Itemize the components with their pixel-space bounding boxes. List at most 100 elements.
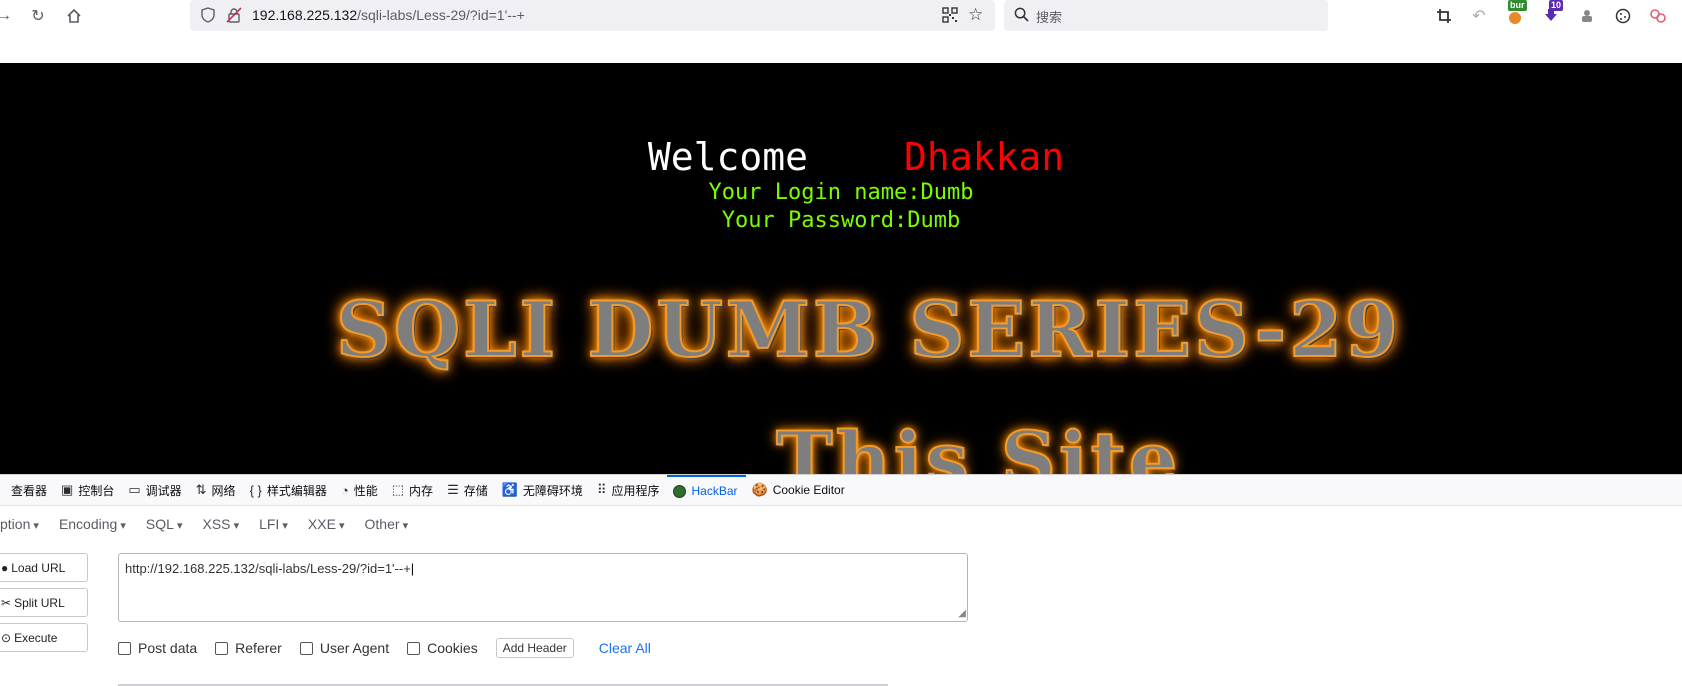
hackbar-menu: ption Encoding SQL XSS LFI XXE Other (0, 506, 1682, 542)
tab-application[interactable]: ⠿ 应用程序 (591, 475, 668, 506)
tab-label: 控制台 (78, 483, 115, 498)
url-textarea[interactable]: http://192.168.225.132/sqli-labs/Less-29… (118, 553, 968, 622)
insecure-lock-icon[interactable] (226, 7, 242, 28)
qr-code-icon[interactable] (942, 7, 958, 28)
referer-label: Referer (235, 640, 282, 656)
memory-icon: ⬚ (391, 482, 405, 497)
tab-label: HackBar (691, 484, 738, 498)
user-agent-checkbox[interactable]: User Agent (299, 640, 390, 656)
menu-xxe[interactable]: XXE (308, 516, 345, 532)
tab-accessibility[interactable]: ♿ 无障碍环境 (496, 475, 591, 506)
page-viewport: Welcome Dhakkan Your Login name:Dumb Your… (0, 63, 1682, 474)
tab-label: Cookie Editor (772, 483, 845, 497)
tab-storage[interactable]: ☰ 存储 (441, 475, 496, 506)
split-icon: ✂ (1, 595, 12, 610)
style-editor-icon: { } (249, 482, 262, 498)
tab-network[interactable]: ⇅ 网络 (190, 475, 244, 506)
execute-button[interactable]: ⊙ Execute (0, 623, 88, 652)
load-url-label: Load URL (11, 560, 66, 575)
tab-console[interactable]: ▣ 控制台 (55, 475, 122, 506)
console-icon: ▣ (61, 482, 74, 497)
puzzle-extension-icon[interactable] (1575, 4, 1599, 28)
post-data-checkbox[interactable]: Post data (118, 640, 197, 656)
devtools-tabs: 查看器 ▣ 控制台 ▭ 调试器 ⇅ 网络 { } 样式编辑器 ◔ 性能 ⬚ 内存 ☰ 存储 ♿… (0, 474, 1682, 506)
welcome-name: Dhakkan (904, 135, 1065, 179)
menu-sql[interactable]: SQL (146, 516, 183, 532)
url-host: 192.168.225.132 (252, 7, 358, 23)
user-agent-label: User Agent (319, 640, 390, 656)
tab-label: 无障碍环境 (522, 483, 583, 498)
tab-cookie-editor[interactable]: 🍪 Cookie Editor (746, 475, 853, 506)
browser-toolbar: → ↻ 192.168.225.132/sqli-labs/Less-29/?i… (0, 0, 1682, 63)
tab-label: 存储 (463, 483, 488, 498)
hackbar-options: Post data Referer User Agent Cookies Add… (118, 638, 651, 658)
tab-performance[interactable]: ◔ 性能 (335, 475, 386, 506)
undo-icon[interactable]: ↶ (1467, 4, 1491, 28)
forward-icon[interactable]: → (0, 4, 16, 28)
execute-label: Execute (14, 630, 58, 645)
tab-label: 调试器 (145, 483, 182, 498)
performance-icon: ◔ (340, 482, 349, 498)
welcome-word: Welcome (647, 135, 808, 179)
menu-lfi[interactable]: LFI (259, 516, 288, 532)
welcome-heading: Welcome Dhakkan (0, 135, 1682, 179)
crop-screenshot-icon[interactable] (1432, 4, 1456, 28)
network-icon: ⇅ (195, 482, 207, 497)
password-text: Your Password:Dumb (721, 208, 961, 233)
resize-grip-icon[interactable]: ◢ (954, 608, 966, 620)
execute-icon: ⊙ (1, 630, 12, 645)
checkbox-box[interactable] (118, 641, 131, 655)
login-name-text: Your Login name:Dumb (708, 180, 974, 205)
accessibility-icon: ♿ (501, 482, 518, 497)
clear-all-link[interactable]: Clear All (599, 640, 651, 656)
burp-extension-icon[interactable]: bur (1503, 0, 1527, 28)
post-data-label: Post data (138, 640, 198, 656)
url-path: /sqli-labs/Less-29/?id=1'--+ (357, 7, 525, 23)
referer-checkbox[interactable]: Referer (215, 640, 282, 656)
search-bar[interactable]: 搜索 (1004, 0, 1328, 31)
series-banner: SQLI DUMB SERIES-29 (335, 284, 1401, 375)
tab-inspector[interactable]: 查看器 (0, 475, 55, 506)
checkbox-box[interactable] (215, 641, 229, 655)
checkbox-box[interactable] (407, 641, 421, 655)
split-url-label: Split URL (14, 595, 65, 610)
menu-other[interactable]: Other (365, 516, 409, 532)
tab-label: 性能 (353, 483, 378, 498)
tab-label: 样式编辑器 (266, 483, 327, 498)
add-header-button[interactable]: Add Header (495, 638, 574, 658)
split-url-button[interactable]: ✂ Split URL (0, 588, 88, 617)
menu-xss[interactable]: XSS (203, 516, 240, 532)
tab-label: 网络 (211, 483, 236, 498)
application-icon: ⠿ (596, 482, 607, 497)
url-text[interactable]: 192.168.225.132/sqli-labs/Less-29/?id=1'… (252, 7, 525, 23)
cookie-extension-icon[interactable] (1611, 4, 1635, 28)
load-icon: ● (1, 560, 9, 575)
url-bar[interactable]: 192.168.225.132/sqli-labs/Less-29/?id=1'… (190, 0, 995, 31)
menu-encoding[interactable]: Encoding (59, 516, 126, 532)
checkbox-box[interactable] (299, 641, 313, 655)
home-icon[interactable] (62, 4, 86, 28)
load-url-button[interactable]: ● Load URL (0, 553, 88, 582)
burp-badge: bur (1508, 0, 1527, 11)
site-banner: This Site (775, 414, 1181, 474)
debugger-icon: ▭ (128, 482, 141, 497)
tab-debugger[interactable]: ▭ 调试器 (122, 475, 189, 506)
tab-memory[interactable]: ⬚ 内存 (386, 475, 441, 506)
devtools-panel: 查看器 ▣ 控制台 ▭ 调试器 ⇅ 网络 { } 样式编辑器 ◔ 性能 ⬚ 内存 ☰ 存储 ♿… (0, 474, 1682, 686)
cookies-label: Cookies (427, 640, 478, 656)
tab-label: 应用程序 (611, 483, 660, 498)
menu-encryption[interactable]: ption (0, 516, 39, 532)
tab-hackbar[interactable]: HackBar (667, 474, 746, 506)
reload-icon[interactable]: ↻ (26, 4, 50, 28)
download-extension-icon[interactable]: 10 (1539, 0, 1564, 28)
link-extension-icon[interactable] (1646, 4, 1670, 28)
cookies-checkbox[interactable]: Cookies (407, 640, 478, 656)
storage-icon: ☰ (447, 482, 459, 497)
tab-label: 查看器 (11, 483, 48, 498)
tab-style-editor[interactable]: { } 样式编辑器 (244, 475, 335, 506)
search-placeholder: 搜索 (1036, 10, 1063, 25)
download-badge: 10 (1549, 0, 1564, 11)
url-textarea-value: http://192.168.225.132/sqli-labs/Less-29… (125, 561, 411, 576)
bookmark-star-icon[interactable]: ☆ (968, 6, 983, 23)
shield-icon[interactable] (200, 7, 216, 28)
